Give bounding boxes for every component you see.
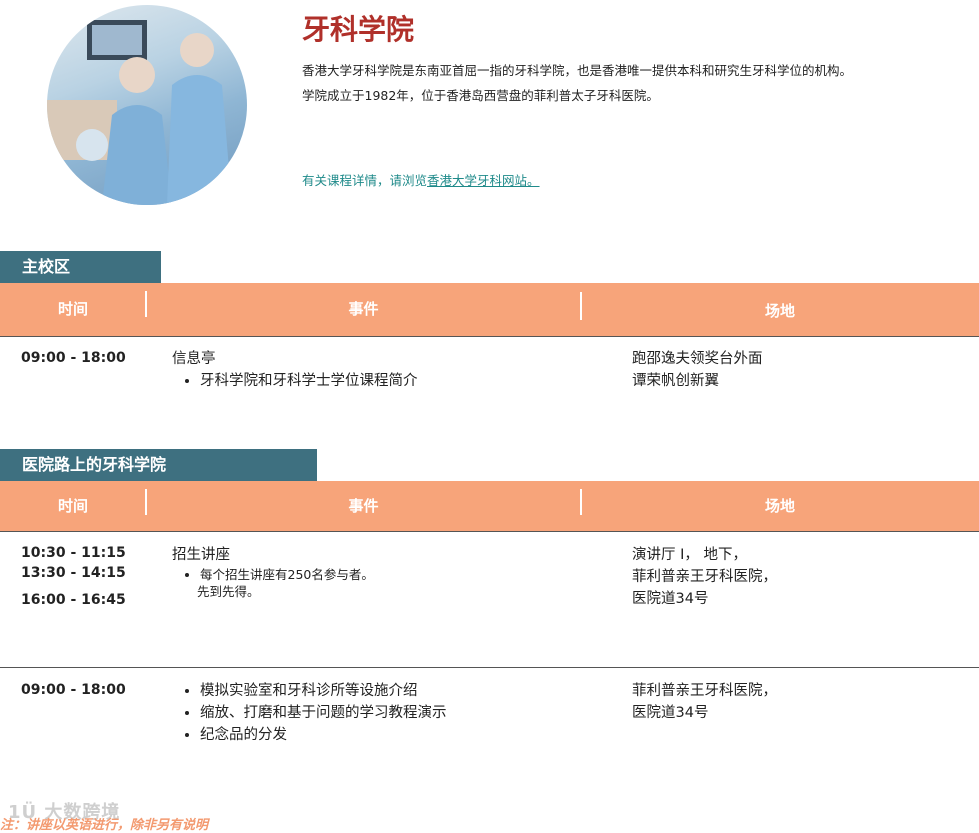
time-slot: 10:30 - 11:15 <box>21 545 126 561</box>
column-header-event: 事件 <box>348 497 379 515</box>
more-info: 有关课程详情，请浏览香港大学牙科网站。 <box>302 170 540 189</box>
dentist-head-shape <box>119 57 155 93</box>
event-bullet: 牙科学院和牙科学士学位课程简介 <box>200 370 418 392</box>
column-header-time: 时间 <box>57 497 88 515</box>
event-bullet: 纪念品的分发 <box>200 724 447 746</box>
section-tab-hospital-road: 医院路上的牙科学院 <box>0 449 317 481</box>
event-bullets: 模拟实验室和牙科诊所等设施介绍 缩放、打磨和基于问题的学习教程演示 纪念品的分发 <box>172 680 447 746</box>
intro-text: 香港大学牙科学院是东南亚首屈一指的牙科学院，也是香港唯一提供本科和研究生牙科学位… <box>302 58 962 108</box>
row-event: 招生讲座 每个招生讲座有250名参与者。 先到先得。 <box>172 544 374 600</box>
row-time: 09:00 - 18:00 <box>21 347 126 369</box>
page-title: 牙科学院 <box>302 13 415 46</box>
event-bullet-continuation: 先到先得。 <box>197 584 260 599</box>
event-bullet: 缩放、打磨和基于问题的学习教程演示 <box>200 702 447 724</box>
dentist-gown-shape <box>102 105 172 205</box>
venue-line: 跑邵逸夫领奖台外面 <box>632 351 763 367</box>
intro-line: 香港大学牙科学院是东南亚首屈一指的牙科学院，也是香港唯一提供本科和研究生牙科学位… <box>302 63 853 78</box>
event-title: 信息亭 <box>172 351 216 367</box>
time-slot: 09:00 - 18:00 <box>21 682 126 698</box>
event-bullet: 模拟实验室和牙科诊所等设施介绍 <box>200 680 447 702</box>
venue-line: 菲利普亲王牙科医院， <box>632 569 777 585</box>
time-slot: 09:00 - 18:00 <box>21 350 126 366</box>
time-slot: 13:30 - 14:15 <box>21 565 126 581</box>
venue-line: 谭荣帆创新翼 <box>632 373 719 389</box>
venue-line: 医院道34号 <box>632 705 709 721</box>
event-bullet: 每个招生讲座有250名参与者。 <box>200 566 374 583</box>
row-time: 09:00 - 18:00 <box>21 679 126 701</box>
cap-shape <box>76 129 108 161</box>
venue-line: 演讲厅 I， 地下， <box>632 547 747 563</box>
column-header-time: 时间 <box>57 300 88 318</box>
row-event: 模拟实验室和牙科诊所等设施介绍 缩放、打磨和基于问题的学习教程演示 纪念品的分发 <box>172 680 447 746</box>
section-tab-main-campus: 主校区 <box>0 251 161 283</box>
intro-line: 学院成立于1982年，位于香港岛西营盘的菲利普太子牙科医院。 <box>302 88 659 103</box>
dental-clinic-photo <box>47 5 247 205</box>
row-event: 信息亭 牙科学院和牙科学士学位课程简介 <box>172 348 418 392</box>
column-header-venue: 场地 <box>764 497 795 515</box>
time-slot: 16:00 - 16:45 <box>21 592 126 608</box>
row-divider <box>0 531 979 532</box>
monitor-screen-shape <box>92 25 142 55</box>
event-title: 招生讲座 <box>172 547 230 563</box>
row-venue: 跑邵逸夫领奖台外面 谭荣帆创新翼 <box>632 348 763 392</box>
more-info-prefix: 有关课程详情，请浏览 <box>302 173 428 188</box>
assistant-gown-shape <box>167 75 232 205</box>
faculty-website-link[interactable]: 香港大学牙科网站。 <box>427 173 540 188</box>
row-venue: 菲利普亲王牙科医院， 医院道34号 <box>632 680 777 724</box>
venue-line: 菲利普亲王牙科医院， <box>632 683 777 699</box>
column-header-venue: 场地 <box>764 302 795 320</box>
event-bullets: 牙科学院和牙科学士学位课程简介 <box>172 370 418 392</box>
table-header: 时间 事件 场地 <box>0 481 979 531</box>
event-bullets: 每个招生讲座有250名参与者。 <box>172 566 374 583</box>
assistant-head-shape <box>180 33 214 67</box>
photo-illustration <box>47 20 232 205</box>
table-header: 时间 事件 场地 <box>0 283 979 336</box>
row-divider <box>0 667 979 668</box>
row-venue: 演讲厅 I， 地下， 菲利普亲王牙科医院， 医院道34号 <box>632 544 777 610</box>
row-time: 10:30 - 11:15 13:30 - 14:15 16:00 - 16:4… <box>21 543 126 610</box>
venue-line: 医院道34号 <box>632 591 709 607</box>
row-divider <box>0 336 979 337</box>
footer-note: 注：讲座以英语进行，除非另有说明 <box>0 818 209 833</box>
column-header-event: 事件 <box>348 300 379 318</box>
